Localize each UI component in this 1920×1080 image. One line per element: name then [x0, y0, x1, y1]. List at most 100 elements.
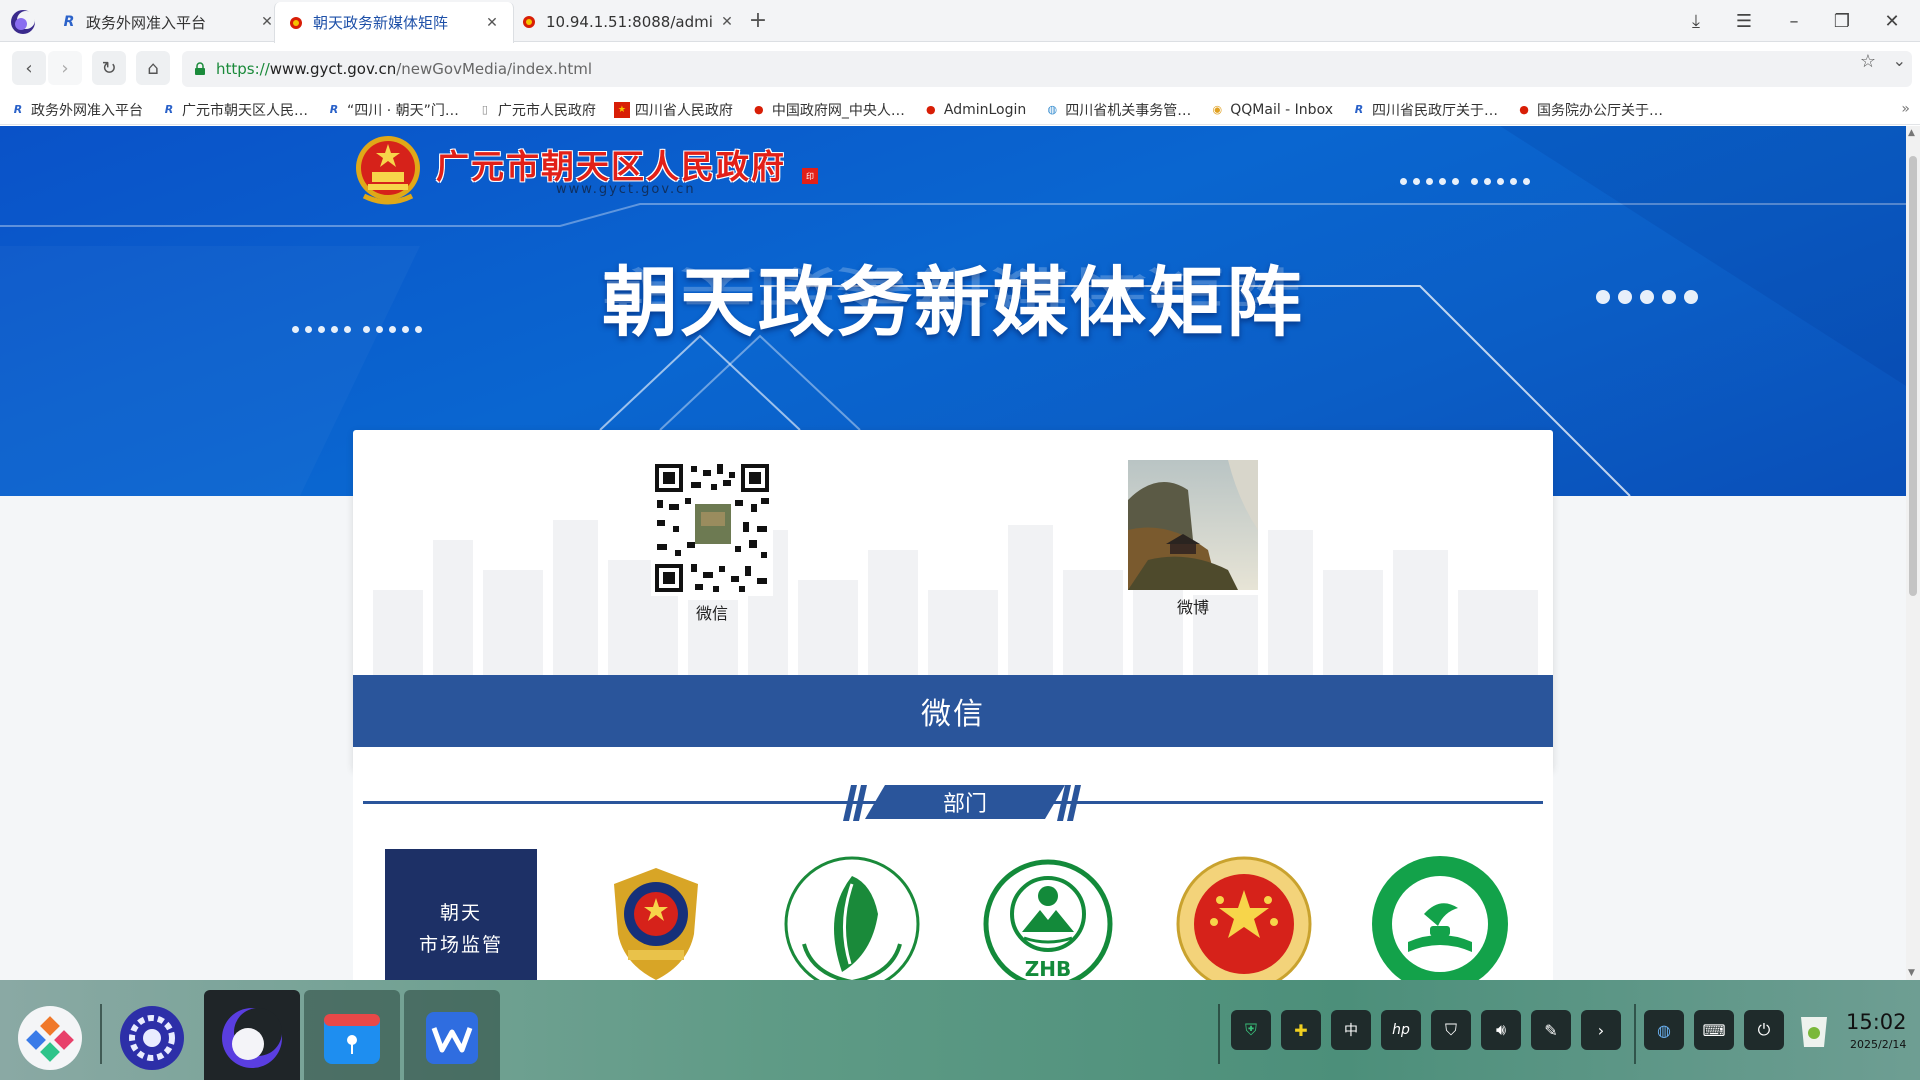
- bookmark-item[interactable]: ◍ 四川省机关事务管…: [1044, 100, 1191, 120]
- bookmark-item[interactable]: ● 中国政府网_中央人…: [751, 100, 905, 120]
- bookmark-item[interactable]: ● AdminLogin: [923, 102, 1026, 118]
- bookmark-label: QQMail - Inbox: [1230, 101, 1333, 118]
- chinese-input-icon[interactable]: 中: [1331, 1010, 1371, 1050]
- settings-app-button[interactable]: [104, 990, 200, 1080]
- close-tab-icon[interactable]: ✕: [483, 14, 501, 32]
- gov-name-logo[interactable]: 广元市朝天区人民政府: [436, 140, 786, 188]
- network-globe-icon[interactable]: ◍: [1644, 1010, 1684, 1050]
- download-icon[interactable]: ⤓: [1676, 6, 1716, 36]
- seal-icon: 印: [802, 168, 818, 184]
- r-logo-icon: R: [13, 103, 23, 116]
- lock-icon: [195, 62, 205, 75]
- restore-button[interactable]: ❐: [1822, 6, 1862, 36]
- gov-emblem-icon: ●: [1519, 103, 1529, 116]
- input-method-icon[interactable]: ✚: [1281, 1010, 1321, 1050]
- shield-icon[interactable]: ⛉: [1431, 1010, 1471, 1050]
- health-logo[interactable]: [777, 849, 927, 980]
- police-logo[interactable]: [581, 849, 731, 980]
- back-button[interactable]: ‹: [12, 51, 46, 85]
- menu-icon[interactable]: ☰: [1724, 6, 1764, 36]
- chevron-down-icon[interactable]: ⌄: [1893, 51, 1906, 70]
- minimize-button[interactable]: –: [1774, 6, 1814, 36]
- hp-printer-icon[interactable]: hp: [1381, 1010, 1421, 1050]
- new-tab-button[interactable]: +: [744, 6, 772, 34]
- tray-expand-icon[interactable]: ›: [1581, 1010, 1621, 1050]
- scroll-up-icon[interactable]: ▲: [1908, 128, 1915, 138]
- system-taskbar: ⛨ ✚ 中 hp ⛉ 🔊︎ ✎ › ◍ ⌨ ⏻ 15:02 2025/2/14: [0, 980, 1920, 1080]
- bookmark-label: 广元市朝天区人民…: [182, 102, 308, 119]
- navigation-toolbar: ‹ › ↻ ⌂ https:// www.gyct.gov.cn /newGov…: [0, 43, 1920, 95]
- bookmark-star-icon[interactable]: ☆: [1860, 51, 1876, 72]
- bookmark-item[interactable]: ● 国务院办公厅关于…: [1516, 100, 1663, 120]
- launcher-button[interactable]: [2, 990, 98, 1080]
- education-emblem-icon: [1372, 856, 1508, 980]
- weibo-landscape-image: [1128, 460, 1258, 590]
- bookmark-label: 国务院办公厅关于…: [1537, 102, 1663, 119]
- bookmark-item[interactable]: R “四川 · 朝天”门…: [326, 100, 459, 120]
- qr-caption: 微博: [1176, 598, 1209, 617]
- gear-icon: [120, 1006, 184, 1070]
- scroll-down-icon[interactable]: ▼: [1908, 968, 1915, 978]
- trash-icon[interactable]: [1794, 1010, 1834, 1050]
- environment-emblem-icon: ZHB: [983, 859, 1113, 980]
- market-supervision-logo[interactable]: 朝天 市场监管: [385, 849, 537, 980]
- weibo-qr-item[interactable]: 微博: [1128, 460, 1258, 618]
- safety-logo[interactable]: [1169, 849, 1319, 980]
- bookmark-item[interactable]: R 政务外网准入平台: [10, 100, 143, 120]
- keyboard-icon[interactable]: ⌨: [1694, 1010, 1734, 1050]
- bookmark-label: 广元市人民政府: [497, 102, 596, 119]
- gov-emblem-icon: [287, 14, 305, 32]
- bookmark-item[interactable]: ★ 四川省人民政府: [613, 100, 733, 120]
- browser-logo-icon[interactable]: [10, 9, 36, 35]
- page-icon: ▯: [481, 103, 488, 116]
- volume-icon[interactable]: 🔊︎: [1481, 1010, 1521, 1050]
- forward-button[interactable]: ›: [48, 51, 82, 85]
- bookmarks-overflow-icon[interactable]: »: [1901, 101, 1910, 117]
- environment-logo[interactable]: ZHB: [973, 849, 1123, 980]
- tab-title: 政务外网准入平台: [86, 13, 207, 32]
- bookmark-label: “四川 · 朝天”门…: [347, 102, 459, 119]
- tab-admin-console[interactable]: 10.94.1.51:8088/admi ✕: [508, 2, 748, 42]
- gov-emblem-icon: ●: [926, 103, 936, 116]
- tab-admission-platform[interactable]: R 政务外网准入平台 ✕: [48, 2, 288, 42]
- qqmail-icon: ◉: [1212, 103, 1223, 116]
- r-logo-icon: R: [164, 103, 174, 116]
- bookmarks-bar: R 政务外网准入平台 R 广元市朝天区人民… R “四川 · 朝天”门… ▯ 广元市人民…: [0, 95, 1920, 125]
- bookmark-item[interactable]: R 四川省民政厅关于…: [1351, 100, 1498, 120]
- pen-icon[interactable]: ✎: [1531, 1010, 1571, 1050]
- home-button[interactable]: ⌂: [136, 51, 170, 85]
- wps-app-button[interactable]: [404, 990, 500, 1080]
- wechat-qr-code: [651, 460, 773, 596]
- close-window-button[interactable]: ✕: [1872, 6, 1912, 36]
- r-logo-icon: R: [1354, 103, 1364, 116]
- tab-new-media-matrix[interactable]: 朝天政务新媒体矩阵 ✕: [274, 2, 514, 43]
- section-header-wechat: 微信: [353, 675, 1553, 747]
- bookmark-label: 四川省民政厅关于…: [1372, 102, 1498, 119]
- education-logo[interactable]: [1365, 849, 1515, 980]
- gov-emblem-icon: ●: [754, 103, 764, 116]
- scrollbar-thumb[interactable]: [1909, 156, 1917, 596]
- browser-app-button[interactable]: [204, 990, 300, 1080]
- close-tab-icon[interactable]: ✕: [718, 13, 736, 31]
- bookmark-item[interactable]: ◉ QQMail - Inbox: [1209, 102, 1333, 118]
- bookmark-item[interactable]: ▯ 广元市人民政府: [477, 100, 596, 120]
- url-host: www.gyct.gov.cn: [269, 60, 397, 78]
- clock-time[interactable]: 15:02: [1846, 1010, 1907, 1034]
- decorative-dots: [1400, 178, 1530, 185]
- globe-icon: ◍: [1047, 103, 1058, 116]
- page-scrollbar[interactable]: ▲ ▼: [1906, 126, 1920, 980]
- bookmark-item[interactable]: R 广元市朝天区人民…: [161, 100, 308, 120]
- url-path: /newGovMedia/index.html: [396, 60, 593, 78]
- security-shield-icon[interactable]: ⛨: [1231, 1010, 1271, 1050]
- reload-button[interactable]: ↻: [92, 51, 126, 85]
- safety-emblem-icon: [1176, 856, 1312, 980]
- gov-emblem-icon: [520, 13, 538, 31]
- wechat-qr-item[interactable]: 微信: [651, 460, 773, 624]
- address-bar[interactable]: https:// www.gyct.gov.cn /newGovMedia/in…: [182, 51, 1912, 87]
- health-emblem-icon: [784, 856, 920, 980]
- r-logo-icon: R: [63, 14, 75, 30]
- r-logo-icon: R: [329, 103, 339, 116]
- clock-date[interactable]: 2025/2/14: [1850, 1038, 1906, 1051]
- files-app-button[interactable]: [304, 990, 400, 1080]
- power-icon[interactable]: ⏻: [1744, 1010, 1784, 1050]
